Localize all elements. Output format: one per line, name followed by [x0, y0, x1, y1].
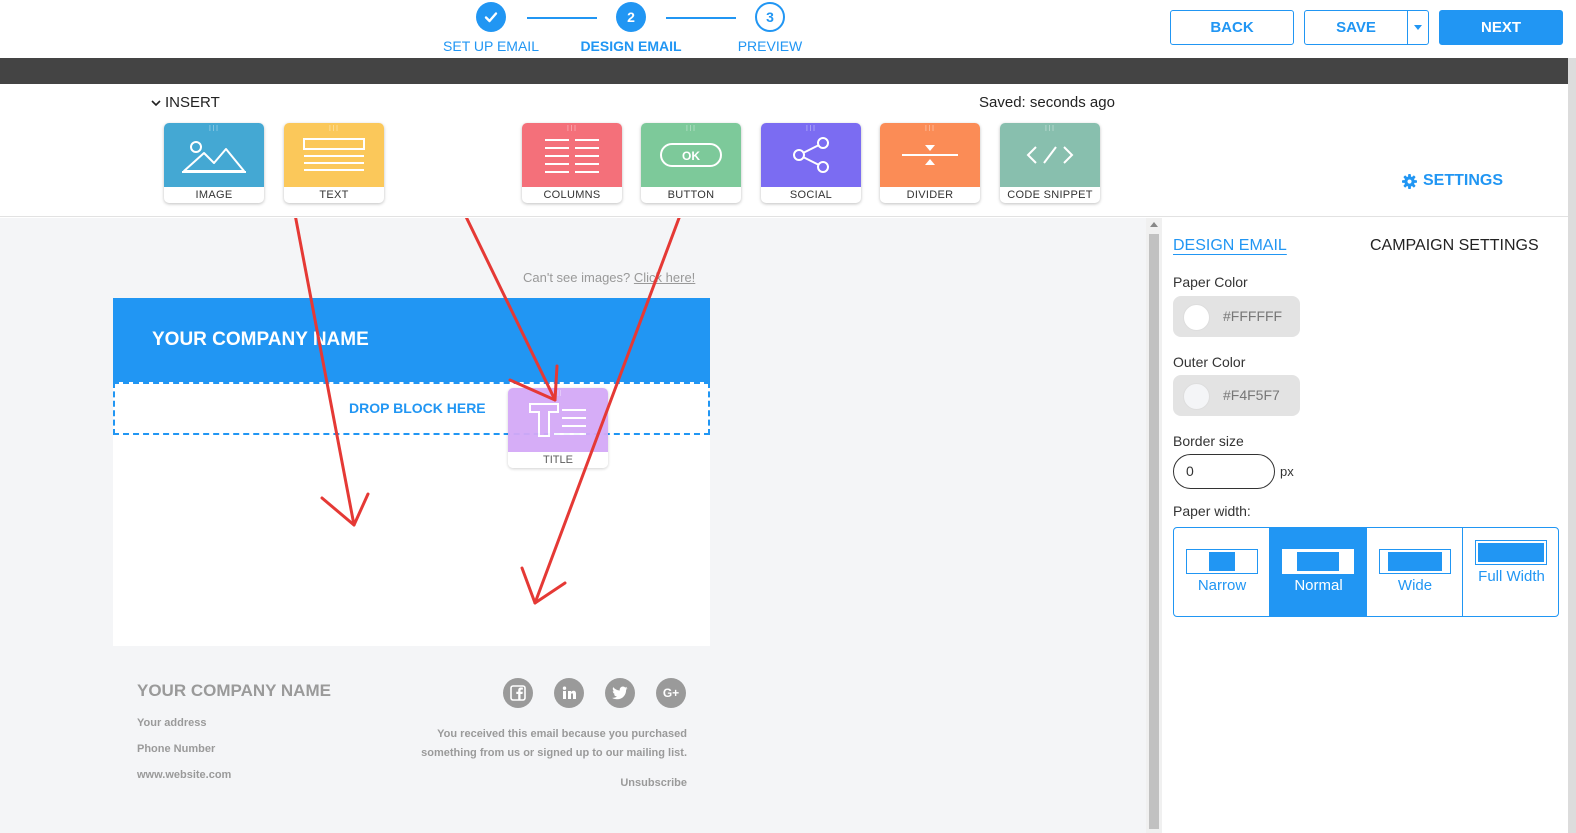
scrollbar-thumb[interactable] — [1149, 234, 1159, 829]
outer-color-value: #F4F5F7 — [1223, 387, 1280, 403]
tile-label: IMAGE — [195, 189, 233, 201]
width-option-normal[interactable]: Normal — [1270, 528, 1367, 616]
insert-tile-divider[interactable]: ⁝⁝⁝ DIVIDER — [880, 123, 980, 203]
design-settings-panel: DESIGN EMAIL CAMPAIGN SETTINGS Paper Col… — [1162, 218, 1568, 833]
divider-icon — [902, 145, 958, 165]
drag-handle-icon: ⁝⁝⁝ — [328, 124, 340, 133]
email-canvas: Can't see images? Click here! YOUR COMPA… — [0, 218, 1146, 833]
toolbar-divider-bar — [0, 58, 1568, 84]
svg-text:OK: OK — [682, 149, 700, 163]
insert-toggle[interactable]: INSERT — [151, 94, 220, 111]
drag-handle-icon: ⁝⁝⁝ — [924, 124, 936, 133]
width-option-label: Normal — [1294, 577, 1343, 594]
step-1-complete-circle — [476, 2, 506, 32]
text-icon — [303, 138, 365, 171]
check-icon — [484, 12, 498, 23]
back-button[interactable]: BACK — [1170, 10, 1294, 45]
share-icon — [793, 137, 829, 173]
paper-color-label: Paper Color — [1173, 274, 1248, 290]
canvas-scrollbar[interactable] — [1146, 218, 1162, 833]
save-dropdown-button[interactable] — [1407, 10, 1429, 45]
tile-label: CODE SNIPPET — [1007, 189, 1093, 201]
width-option-label: Wide — [1397, 577, 1433, 594]
tab-design-email[interactable]: DESIGN EMAIL — [1173, 237, 1287, 255]
drag-handle-icon: ⁝⁝⁝ — [1044, 124, 1056, 133]
border-size-input[interactable]: 0 — [1173, 454, 1275, 489]
color-swatch — [1183, 304, 1210, 331]
button-icon: OK — [660, 143, 722, 167]
save-button[interactable]: SAVE — [1304, 10, 1408, 45]
insert-tile-social[interactable]: ⁝⁝⁝ SOCIAL — [761, 123, 861, 203]
step-connector — [527, 17, 597, 19]
insert-bar: INSERT Saved: seconds ago ⁝⁝⁝ IMAGE ⁝⁝⁝ … — [0, 84, 1568, 217]
saved-status: Saved: seconds ago — [979, 94, 1115, 111]
width-option-wide[interactable]: Wide — [1367, 528, 1463, 616]
border-size-label: Border size — [1173, 433, 1244, 449]
annotation-arrow — [294, 218, 356, 527]
step-1-label[interactable]: SET UP EMAIL — [421, 38, 561, 54]
annotation-arrow — [464, 218, 557, 402]
settings-button[interactable]: SETTINGS — [1402, 172, 1503, 190]
image-icon — [182, 141, 246, 173]
code-icon — [1026, 146, 1074, 164]
tile-label: COLUMNS — [543, 189, 601, 201]
drag-handle-icon: ⁝⁝⁝ — [566, 124, 578, 133]
width-option-label: Narrow — [1197, 577, 1247, 594]
step-connector — [666, 17, 736, 19]
paper-width-selector: Narrow Normal Wide Full Width — [1173, 527, 1559, 617]
chevron-down-icon — [151, 99, 161, 106]
normal-width-icon — [1282, 549, 1354, 574]
paper-color-picker[interactable]: #FFFFFF — [1173, 296, 1300, 337]
annotation-arrowhead — [320, 492, 370, 527]
next-button[interactable]: NEXT — [1439, 10, 1563, 45]
annotation-arrows — [294, 218, 681, 605]
scroll-up-icon[interactable] — [1150, 222, 1158, 227]
step-2-circle: 2 — [616, 2, 646, 32]
insert-tile-text[interactable]: ⁝⁝⁝ TEXT — [284, 123, 384, 203]
outer-color-label: Outer Color — [1173, 354, 1246, 370]
insert-tile-code-snippet[interactable]: ⁝⁝⁝ CODE SNIPPET — [1000, 123, 1100, 203]
step-3-label[interactable]: PREVIEW — [700, 38, 840, 54]
color-swatch — [1183, 383, 1210, 410]
drag-handle-icon: ⁝⁝⁝ — [208, 124, 220, 133]
step-2-label[interactable]: DESIGN EMAIL — [561, 38, 701, 54]
columns-icon — [545, 139, 599, 173]
insert-tile-columns[interactable]: ⁝⁝⁝ COLUMNS — [522, 123, 622, 203]
drag-handle-icon: ⁝⁝⁝ — [685, 124, 697, 133]
settings-label: SETTINGS — [1423, 172, 1504, 189]
tile-label: TEXT — [319, 189, 349, 201]
annotation-arrow — [533, 218, 681, 605]
tile-label: DIVIDER — [906, 189, 954, 201]
full-width-icon — [1475, 540, 1547, 565]
window-edge — [1568, 58, 1576, 833]
gear-icon — [1402, 173, 1417, 189]
insert-title: INSERT — [165, 94, 220, 111]
width-option-narrow[interactable]: Narrow — [1174, 528, 1270, 616]
width-option-label: Full Width — [1478, 568, 1545, 585]
insert-tile-button[interactable]: ⁝⁝⁝ OK BUTTON — [641, 123, 741, 203]
drag-handle-icon: ⁝⁝⁝ — [805, 124, 817, 133]
narrow-width-icon — [1186, 549, 1258, 574]
wide-width-icon — [1379, 549, 1451, 574]
step-3-circle: 3 — [755, 2, 785, 32]
top-bar: SET UP EMAIL 2 DESIGN EMAIL 3 PREVIEW BA… — [0, 0, 1576, 58]
tile-label: BUTTON — [667, 189, 715, 201]
annotation-arrowhead — [520, 566, 567, 605]
outer-color-picker[interactable]: #F4F5F7 — [1173, 375, 1300, 416]
width-option-full-width[interactable]: Full Width — [1463, 528, 1558, 616]
insert-tile-image[interactable]: ⁝⁝⁝ IMAGE — [164, 123, 264, 203]
caret-down-icon — [1414, 25, 1422, 30]
paper-width-label: Paper width: — [1173, 503, 1251, 519]
tab-campaign-settings[interactable]: CAMPAIGN SETTINGS — [1370, 237, 1539, 255]
tile-label: SOCIAL — [789, 189, 833, 201]
annotation-arrowhead — [508, 364, 559, 402]
paper-color-value: #FFFFFF — [1223, 308, 1283, 324]
border-unit-label: px — [1280, 464, 1294, 479]
